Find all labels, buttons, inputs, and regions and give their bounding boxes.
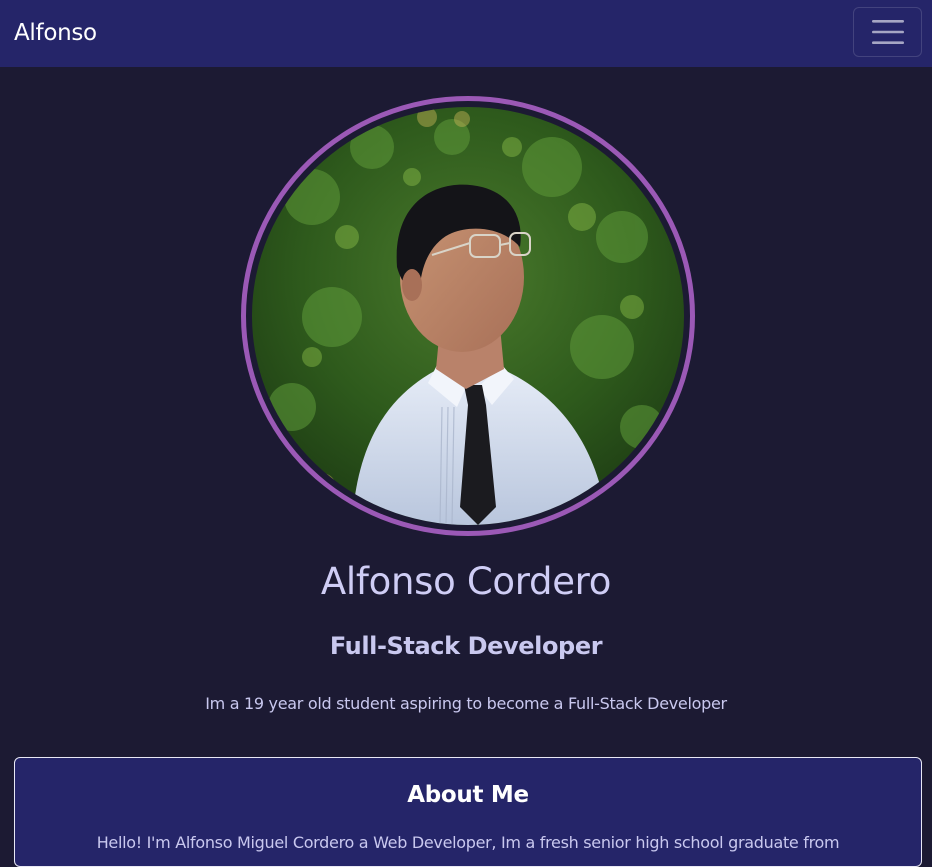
hamburger-menu-icon bbox=[871, 19, 904, 45]
profile-role: Full-Stack Developer bbox=[329, 632, 603, 660]
about-me-card: About Me Hello! I'm Alfonso Miguel Corde… bbox=[14, 757, 922, 867]
profile-photo-frame bbox=[241, 96, 695, 536]
profile-photo bbox=[252, 107, 684, 525]
hero-section: Alfonso Cordero Full-Stack Developer Im … bbox=[0, 67, 932, 757]
about-me-text: Hello! I'm Alfonso Miguel Cordero a Web … bbox=[96, 833, 840, 852]
profile-tagline: Im a 19 year old student aspiring to bec… bbox=[205, 694, 727, 713]
navbar-brand[interactable]: Alfonso bbox=[14, 17, 97, 49]
navbar-toggle-button[interactable] bbox=[853, 7, 922, 57]
about-me-title: About Me bbox=[407, 782, 529, 808]
profile-name: Alfonso Cordero bbox=[320, 560, 612, 603]
navbar: Alfonso bbox=[0, 0, 932, 67]
